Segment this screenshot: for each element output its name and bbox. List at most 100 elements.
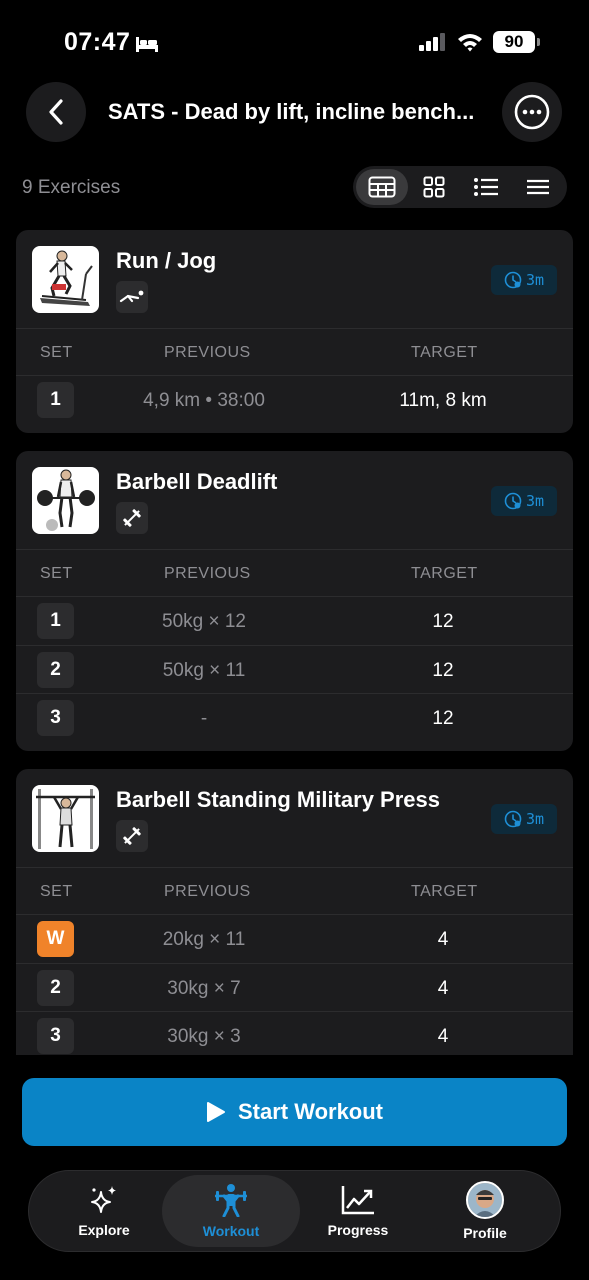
header: SATS - Dead by lift, incline bench...: [0, 82, 589, 142]
exercise-name: Barbell Standing Military Press: [116, 787, 440, 812]
column-target: TARGET: [411, 883, 478, 900]
column-target: TARGET: [411, 344, 478, 361]
previous-value: -: [200, 708, 208, 729]
sleep-focus-icon: [136, 37, 158, 52]
status-time: 07:47: [64, 28, 131, 56]
set-row[interactable]: W 20kg × 11 4: [16, 914, 573, 963]
page-title: SATS - Dead by lift, incline bench...: [108, 99, 475, 124]
tab-explore-label: Explore: [78, 1222, 130, 1238]
back-button[interactable]: [26, 82, 86, 142]
rest-timer-badge[interactable]: 3m: [491, 486, 557, 516]
list-icon: [474, 178, 498, 196]
exercise-card[interactable]: Barbell Deadlift 3m SET PREVIOUS TARGET …: [16, 451, 573, 751]
start-workout-button[interactable]: Start Workout: [22, 1078, 567, 1146]
view-mode-switcher: [353, 166, 567, 208]
tab-bar: Explore Workout Progress Profile: [28, 1170, 561, 1252]
set-number-badge[interactable]: 2: [37, 969, 74, 1006]
sets-table-header: SET PREVIOUS TARGET: [16, 549, 573, 596]
column-previous: PREVIOUS: [164, 344, 251, 361]
timer-icon: [504, 271, 522, 289]
tab-explore[interactable]: Explore: [35, 1175, 173, 1247]
column-target: TARGET: [411, 565, 478, 582]
exercise-name: Barbell Deadlift: [116, 469, 278, 494]
rest-duration: 3m: [525, 810, 545, 828]
set-row[interactable]: 1 50kg × 12 12: [16, 596, 573, 645]
list-view-button[interactable]: [460, 169, 512, 205]
set-row[interactable]: 3 30kg × 3 4: [16, 1011, 573, 1055]
rest-duration: 3m: [525, 271, 545, 289]
table-icon: [368, 176, 396, 198]
bodyweight-icon: [119, 290, 144, 303]
table-view-button[interactable]: [356, 169, 408, 205]
previous-value: 4,9 km • 38:00: [143, 390, 265, 411]
set-number-badge[interactable]: 3: [37, 1018, 74, 1054]
tab-profile-label: Profile: [463, 1225, 507, 1241]
equipment-badge: [116, 502, 148, 534]
ellipsis-circle-icon: [514, 94, 550, 130]
set-row[interactable]: 2 30kg × 7 4: [16, 962, 573, 1012]
previous-value: 30kg × 7: [167, 977, 241, 999]
tab-workout[interactable]: Workout: [162, 1175, 300, 1247]
rest-timer-badge[interactable]: 3m: [491, 265, 557, 295]
warmup-set-badge[interactable]: W: [37, 921, 74, 957]
set-number-badge[interactable]: 1: [37, 603, 74, 639]
chevron-left-icon: [49, 99, 63, 125]
previous-value: 30kg × 3: [167, 1026, 241, 1047]
chart-icon: [341, 1186, 374, 1215]
rest-duration: 3m: [525, 492, 545, 510]
profile-photo: [468, 1183, 502, 1217]
battery-indicator: 90: [493, 31, 540, 53]
column-previous: PREVIOUS: [164, 565, 251, 582]
target-value: 11m, 8 km: [399, 390, 487, 411]
exercise-thumbnail: [32, 246, 99, 313]
target-value: 12: [432, 659, 454, 681]
exercise-card[interactable]: Barbell Standing Military Press 3m SET P…: [16, 769, 573, 1055]
grid-view-button[interactable]: [408, 169, 460, 205]
more-options-button[interactable]: [502, 82, 562, 142]
exercise-list[interactable]: Run / Jog 3m SET PREVIOUS TARGET 1 4,9 k…: [0, 228, 589, 1055]
set-row[interactable]: 2 50kg × 11 12: [16, 644, 573, 694]
exercise-card-header[interactable]: Barbell Standing Military Press 3m: [16, 769, 573, 867]
exercise-card-header[interactable]: Run / Jog 3m: [16, 230, 573, 328]
avatar: [466, 1181, 504, 1219]
previous-value: 50kg × 12: [162, 611, 246, 632]
deadlift-illustration: [37, 469, 95, 531]
tab-profile[interactable]: Profile: [416, 1175, 554, 1247]
weightlifter-icon: [215, 1184, 247, 1217]
previous-value: 50kg × 11: [162, 659, 246, 681]
set-number-badge[interactable]: 3: [37, 700, 74, 736]
lines-icon: [527, 179, 549, 195]
compact-view-button[interactable]: [512, 169, 564, 205]
set-row[interactable]: 3 - 12: [16, 693, 573, 742]
column-previous: PREVIOUS: [164, 883, 251, 900]
exercise-card[interactable]: Run / Jog 3m SET PREVIOUS TARGET 1 4,9 k…: [16, 230, 573, 433]
timer-icon: [504, 492, 522, 510]
exercise-count: 9 Exercises: [22, 177, 121, 198]
tab-progress-label: Progress: [327, 1222, 389, 1238]
exercise-card-header[interactable]: Barbell Deadlift 3m: [16, 451, 573, 549]
target-value: 12: [432, 708, 454, 729]
tab-workout-label: Workout: [202, 1223, 260, 1239]
target-value: 4: [437, 929, 449, 950]
set-row[interactable]: 1 4,9 km • 38:00 11m, 8 km: [16, 375, 573, 424]
tab-progress[interactable]: Progress: [289, 1175, 427, 1247]
set-number-badge[interactable]: 1: [37, 382, 74, 418]
barbell-icon: [123, 827, 141, 845]
barbell-icon: [123, 509, 141, 527]
sets-table-header: SET PREVIOUS TARGET: [16, 328, 573, 375]
exercise-name: Run / Jog: [116, 248, 217, 273]
treadmill-runner-illustration: [40, 250, 93, 306]
target-value: 4: [437, 977, 449, 999]
column-set: SET: [40, 344, 73, 361]
signal-icon: [419, 33, 445, 51]
exercise-thumbnail: [32, 785, 99, 852]
start-workout-label: Start Workout: [237, 1099, 384, 1124]
target-value: 4: [437, 1026, 449, 1047]
military-press-illustration: [36, 789, 95, 849]
set-number-badge[interactable]: 2: [37, 651, 74, 688]
rest-timer-badge[interactable]: 3m: [491, 804, 557, 834]
status-bar: 07:47 90: [0, 0, 589, 80]
column-set: SET: [40, 565, 73, 582]
target-value: 12: [432, 611, 454, 632]
grid-icon: [423, 176, 445, 198]
